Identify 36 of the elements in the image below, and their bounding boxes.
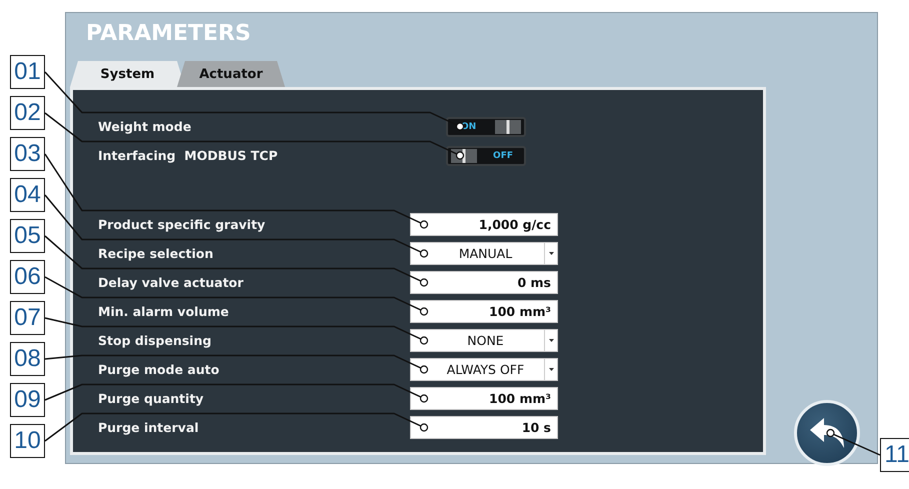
- setting-label: Stop dispensing: [98, 333, 212, 348]
- caret-icon: [548, 252, 554, 255]
- input-field[interactable]: 100 mm³: [410, 387, 558, 410]
- dropdown[interactable]: MANUAL: [410, 242, 558, 265]
- input-field[interactable]: 100 mm³: [410, 300, 558, 323]
- callout-number: 01: [10, 55, 45, 89]
- dropdown[interactable]: ALWAYS OFF: [410, 358, 558, 381]
- input-field[interactable]: 10 s: [410, 416, 558, 439]
- callout-number: 06: [10, 260, 45, 294]
- dropdown[interactable]: NONE: [410, 329, 558, 352]
- callout-number: 03: [10, 137, 45, 171]
- setting-label: Purge quantity: [98, 391, 204, 406]
- callout-number: 09: [10, 383, 45, 417]
- input-field[interactable]: 1,000 g/cc: [410, 213, 558, 236]
- page-title: PARAMETERS: [85, 20, 252, 48]
- setting-label: Purge mode auto: [98, 362, 220, 377]
- callout-number: 11: [880, 438, 909, 472]
- input-field[interactable]: 0 ms: [410, 271, 558, 294]
- caret-icon: [548, 339, 554, 342]
- setting-label: Min. alarm volume: [98, 304, 229, 319]
- caret-icon: [548, 368, 554, 371]
- setting-label: Interfacing MODBUS TCP: [98, 148, 278, 163]
- callout-number: 07: [10, 301, 45, 335]
- callout-number: 04: [10, 178, 45, 212]
- callout-number: 02: [10, 96, 45, 130]
- setting-label: Delay valve actuator: [98, 275, 244, 290]
- setting-label: Weight mode: [98, 119, 192, 134]
- callout-number: 10: [10, 424, 45, 458]
- callout-number: 08: [10, 342, 45, 376]
- setting-label: Product specific gravity: [98, 217, 266, 232]
- toggle-switch[interactable]: OFF: [446, 146, 526, 166]
- leader-line: [826, 428, 880, 456]
- tab[interactable]: Actuator: [177, 61, 285, 87]
- callout-number: 05: [10, 219, 45, 253]
- setting-label: Purge interval: [98, 420, 199, 435]
- setting-label: Recipe selection: [98, 246, 214, 261]
